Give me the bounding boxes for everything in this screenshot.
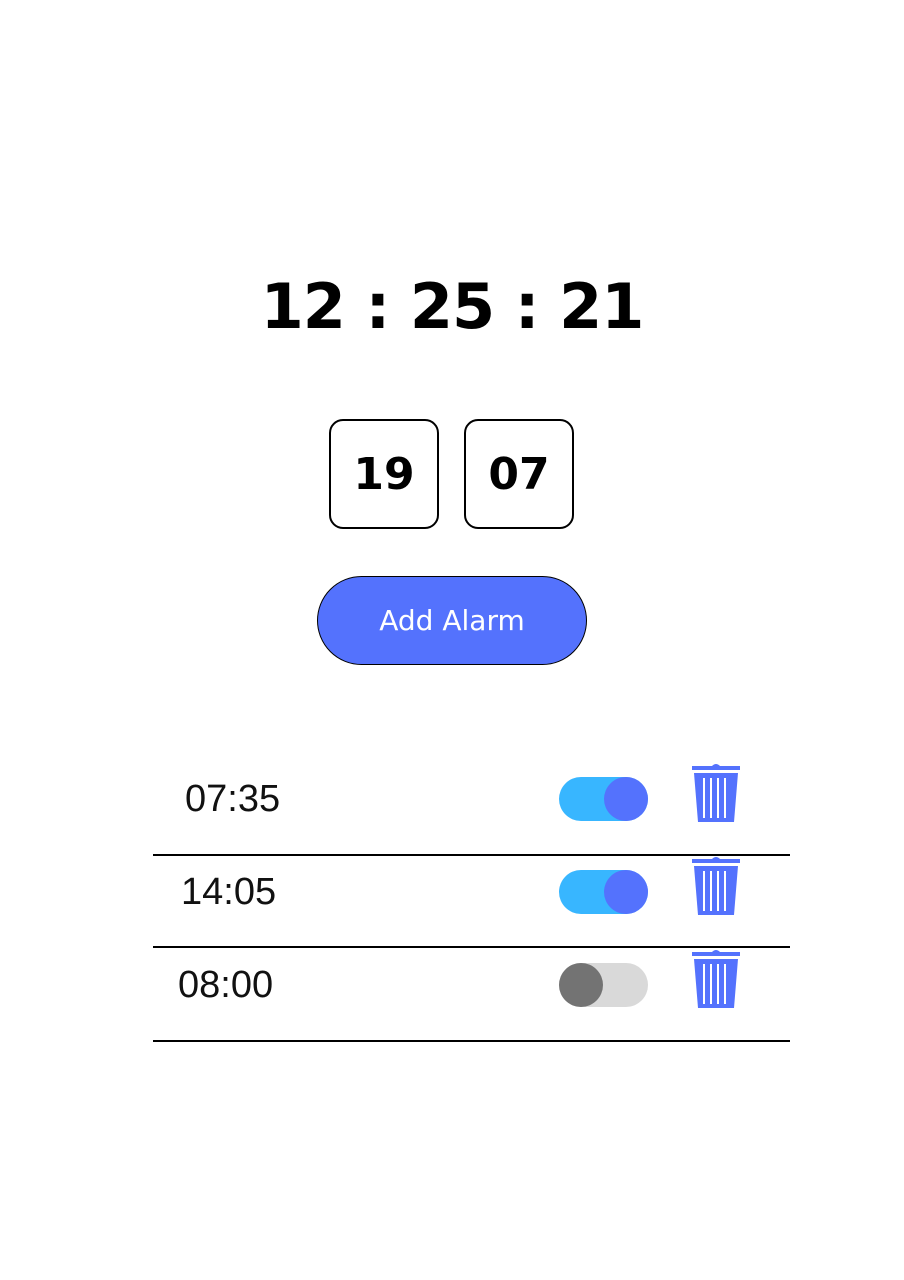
hour-input[interactable]: 19 xyxy=(329,419,439,529)
toggle-knob xyxy=(559,963,603,1007)
current-time-display: 12 : 25 : 21 xyxy=(260,270,645,343)
alarm-toggle[interactable] xyxy=(559,870,648,914)
row-divider xyxy=(153,1040,790,1042)
alarm-time: 14:05 xyxy=(181,871,277,913)
alarm-toggle[interactable] xyxy=(559,777,648,821)
toggle-knob xyxy=(604,777,648,821)
alarm-row: 08:00 xyxy=(153,940,790,1032)
alarm-time: 08:00 xyxy=(178,964,274,1006)
minute-input[interactable]: 07 xyxy=(464,419,574,529)
trash-icon[interactable] xyxy=(691,762,741,822)
alarm-row: 14:05 xyxy=(153,847,790,939)
add-alarm-button[interactable]: Add Alarm xyxy=(317,576,587,665)
toggle-knob xyxy=(604,870,648,914)
alarm-row: 07:35 xyxy=(153,754,790,846)
trash-icon[interactable] xyxy=(691,855,741,915)
trash-icon[interactable] xyxy=(691,948,741,1008)
alarm-time: 07:35 xyxy=(185,778,281,820)
alarm-toggle[interactable] xyxy=(559,963,648,1007)
